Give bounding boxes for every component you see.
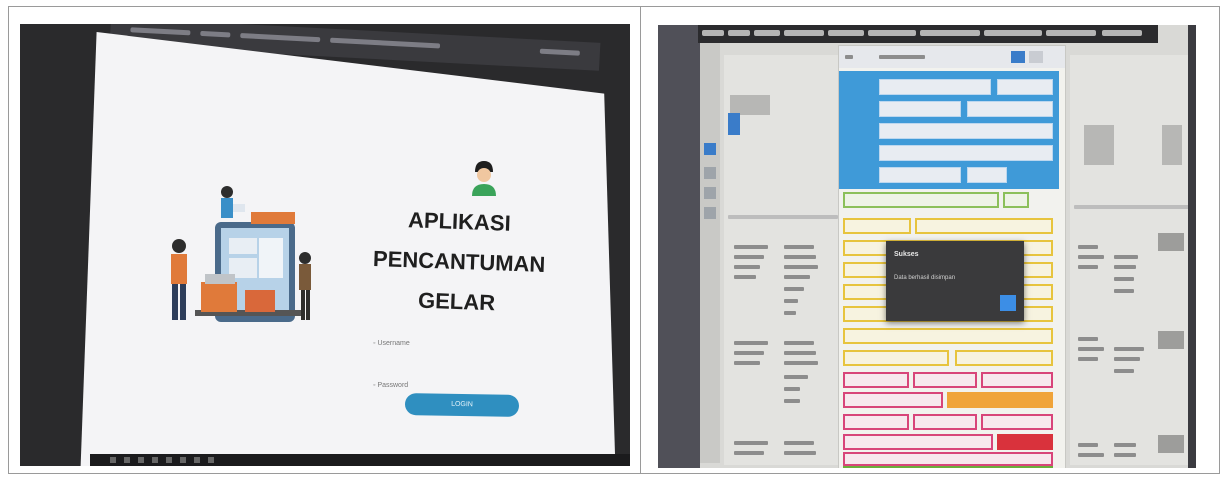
modal-header — [839, 46, 1065, 68]
form-field[interactable] — [843, 218, 911, 234]
monitor-screen: APLIKASI PENCANTUMAN GELAR ◦ Username ◦ … — [80, 32, 615, 466]
identity-panel — [839, 71, 1059, 189]
ok-button[interactable] — [1000, 295, 1016, 311]
form-field[interactable] — [981, 372, 1053, 388]
bezel-left — [658, 25, 700, 468]
form-field[interactable] — [843, 372, 909, 388]
username-field[interactable]: ◦ Username — [373, 340, 410, 347]
form-field[interactable] — [843, 328, 1053, 344]
taskbar — [90, 454, 630, 466]
form-field[interactable] — [915, 218, 1053, 234]
red-block — [997, 434, 1053, 450]
app-title: APLIKASI PENCANTUMAN GELAR — [371, 199, 546, 325]
form-field[interactable] — [843, 452, 1053, 466]
search-button[interactable] — [1003, 192, 1029, 208]
username-label: Username — [377, 340, 410, 347]
background-table-left — [724, 55, 844, 465]
office-illustration — [171, 186, 311, 322]
app-title-line-1: APLIKASI — [407, 207, 512, 236]
form-field[interactable] — [843, 414, 909, 430]
login-button[interactable]: LOGIN — [404, 393, 520, 417]
close-icon[interactable] — [1029, 51, 1043, 63]
form-field[interactable] — [955, 350, 1053, 366]
password-field[interactable]: ◦ Password — [373, 382, 408, 389]
app-title-line-3: GELAR — [417, 287, 496, 316]
bookmarks-bar — [698, 25, 1158, 43]
login-screen-photo: APLIKASI PENCANTUMAN GELAR ◦ Username ◦ … — [20, 24, 630, 466]
figure-divider — [640, 6, 641, 474]
dialog-title: Sukses — [894, 251, 919, 258]
form-field[interactable] — [843, 392, 943, 408]
form-field[interactable] — [843, 434, 993, 450]
user-avatar-icon — [472, 161, 496, 196]
form-field[interactable] — [843, 350, 949, 366]
form-field[interactable] — [913, 414, 977, 430]
success-dialog: Sukses Data berhasil disimpan — [886, 241, 1024, 321]
form-field[interactable] — [981, 414, 1053, 430]
search-field[interactable] — [843, 192, 999, 208]
app-title-line-2: PENCANTUMAN — [372, 246, 546, 278]
form-screen-photo: Sukses Data berhasil disimpan — [658, 25, 1196, 468]
side-toolbar — [700, 43, 720, 463]
background-table-right — [1070, 55, 1196, 465]
save-icon[interactable] — [1011, 51, 1025, 63]
bezel-right — [1188, 25, 1196, 468]
orange-block — [947, 392, 1053, 408]
password-label: Password — [377, 382, 409, 389]
dialog-message: Data berhasil disimpan — [894, 275, 956, 281]
form-field[interactable] — [913, 372, 977, 388]
submit-bar[interactable] — [843, 466, 1053, 468]
